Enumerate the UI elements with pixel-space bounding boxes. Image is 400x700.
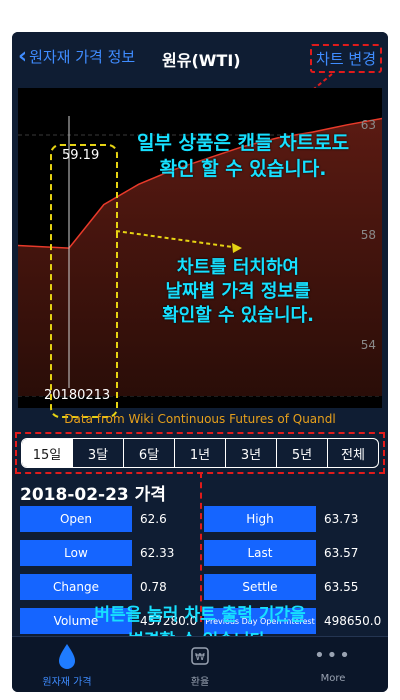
change-value: 0.78 <box>140 580 167 594</box>
period-6m[interactable]: 6달 <box>123 439 174 467</box>
settle-button[interactable]: Settle <box>204 574 316 600</box>
period-all[interactable]: 전체 <box>327 439 378 467</box>
tab-label: 환율 <box>190 677 210 688</box>
price-chart[interactable]: 59.19 20180213 63 58 54 일부 상품은 캔들 차트로도 확… <box>17 88 383 418</box>
tab-bar: 원자재 가격 ₩ 환율 ••• More <box>12 636 388 692</box>
app-frame: ‹ 원자재 가격 정보 원유(WTI) 차트 변경 59.19 20180213… <box>12 32 388 692</box>
period-1y[interactable]: 1년 <box>174 439 225 467</box>
hint-arrow-touch <box>115 230 242 253</box>
exchange-icon: ₩ <box>155 643 245 669</box>
period-5y[interactable]: 5년 <box>276 439 327 467</box>
touch-note-line: 확인할 수 있습니다. <box>162 305 314 326</box>
open-button[interactable]: Open <box>20 506 132 532</box>
low-button[interactable]: Low <box>20 540 132 566</box>
low-value: 62.33 <box>140 546 175 560</box>
svg-text:₩: ₩ <box>195 652 205 663</box>
period-note-line: 버튼을 눌러 차트 출력 기간을 <box>94 605 306 625</box>
touch-note-line: 차트를 터치하여 <box>176 257 300 278</box>
period-selector-highlight: 15일 3달 6달 1년 3년 5년 전체 <box>15 432 385 474</box>
settle-value: 63.55 <box>324 580 359 594</box>
last-value: 63.57 <box>324 546 359 560</box>
tab-label: 원자재 가격 <box>42 677 92 688</box>
period-3m[interactable]: 3달 <box>72 439 123 467</box>
period-15d[interactable]: 15일 <box>22 439 72 467</box>
change-button[interactable]: Change <box>20 574 132 600</box>
period-selector: 15일 3달 6달 1년 3년 5년 전체 <box>21 438 379 468</box>
drop-icon <box>22 643 112 669</box>
price-date-title: 2018-02-23 가격 <box>20 485 166 505</box>
open-value: 62.6 <box>140 512 167 526</box>
tab-commodity[interactable]: 원자재 가격 <box>22 643 112 688</box>
period-3y[interactable]: 3년 <box>225 439 276 467</box>
tab-exchange[interactable]: ₩ 환율 <box>155 643 245 688</box>
last-button[interactable]: Last <box>204 540 316 566</box>
high-button[interactable]: High <box>204 506 316 532</box>
tab-more[interactable]: ••• More <box>288 643 378 684</box>
hint-arrow-period <box>200 472 202 622</box>
touch-note-line: 날짜별 가격 정보를 <box>165 281 311 302</box>
high-value: 63.73 <box>324 512 359 526</box>
data-credit: Data from Wiki Continuous Futures of Qua… <box>64 412 336 426</box>
touch-note: 차트를 터치하여 날짜별 가격 정보를 확인할 수 있습니다. <box>128 256 348 328</box>
tab-label: More <box>320 673 346 684</box>
more-icon: ••• <box>314 645 352 666</box>
